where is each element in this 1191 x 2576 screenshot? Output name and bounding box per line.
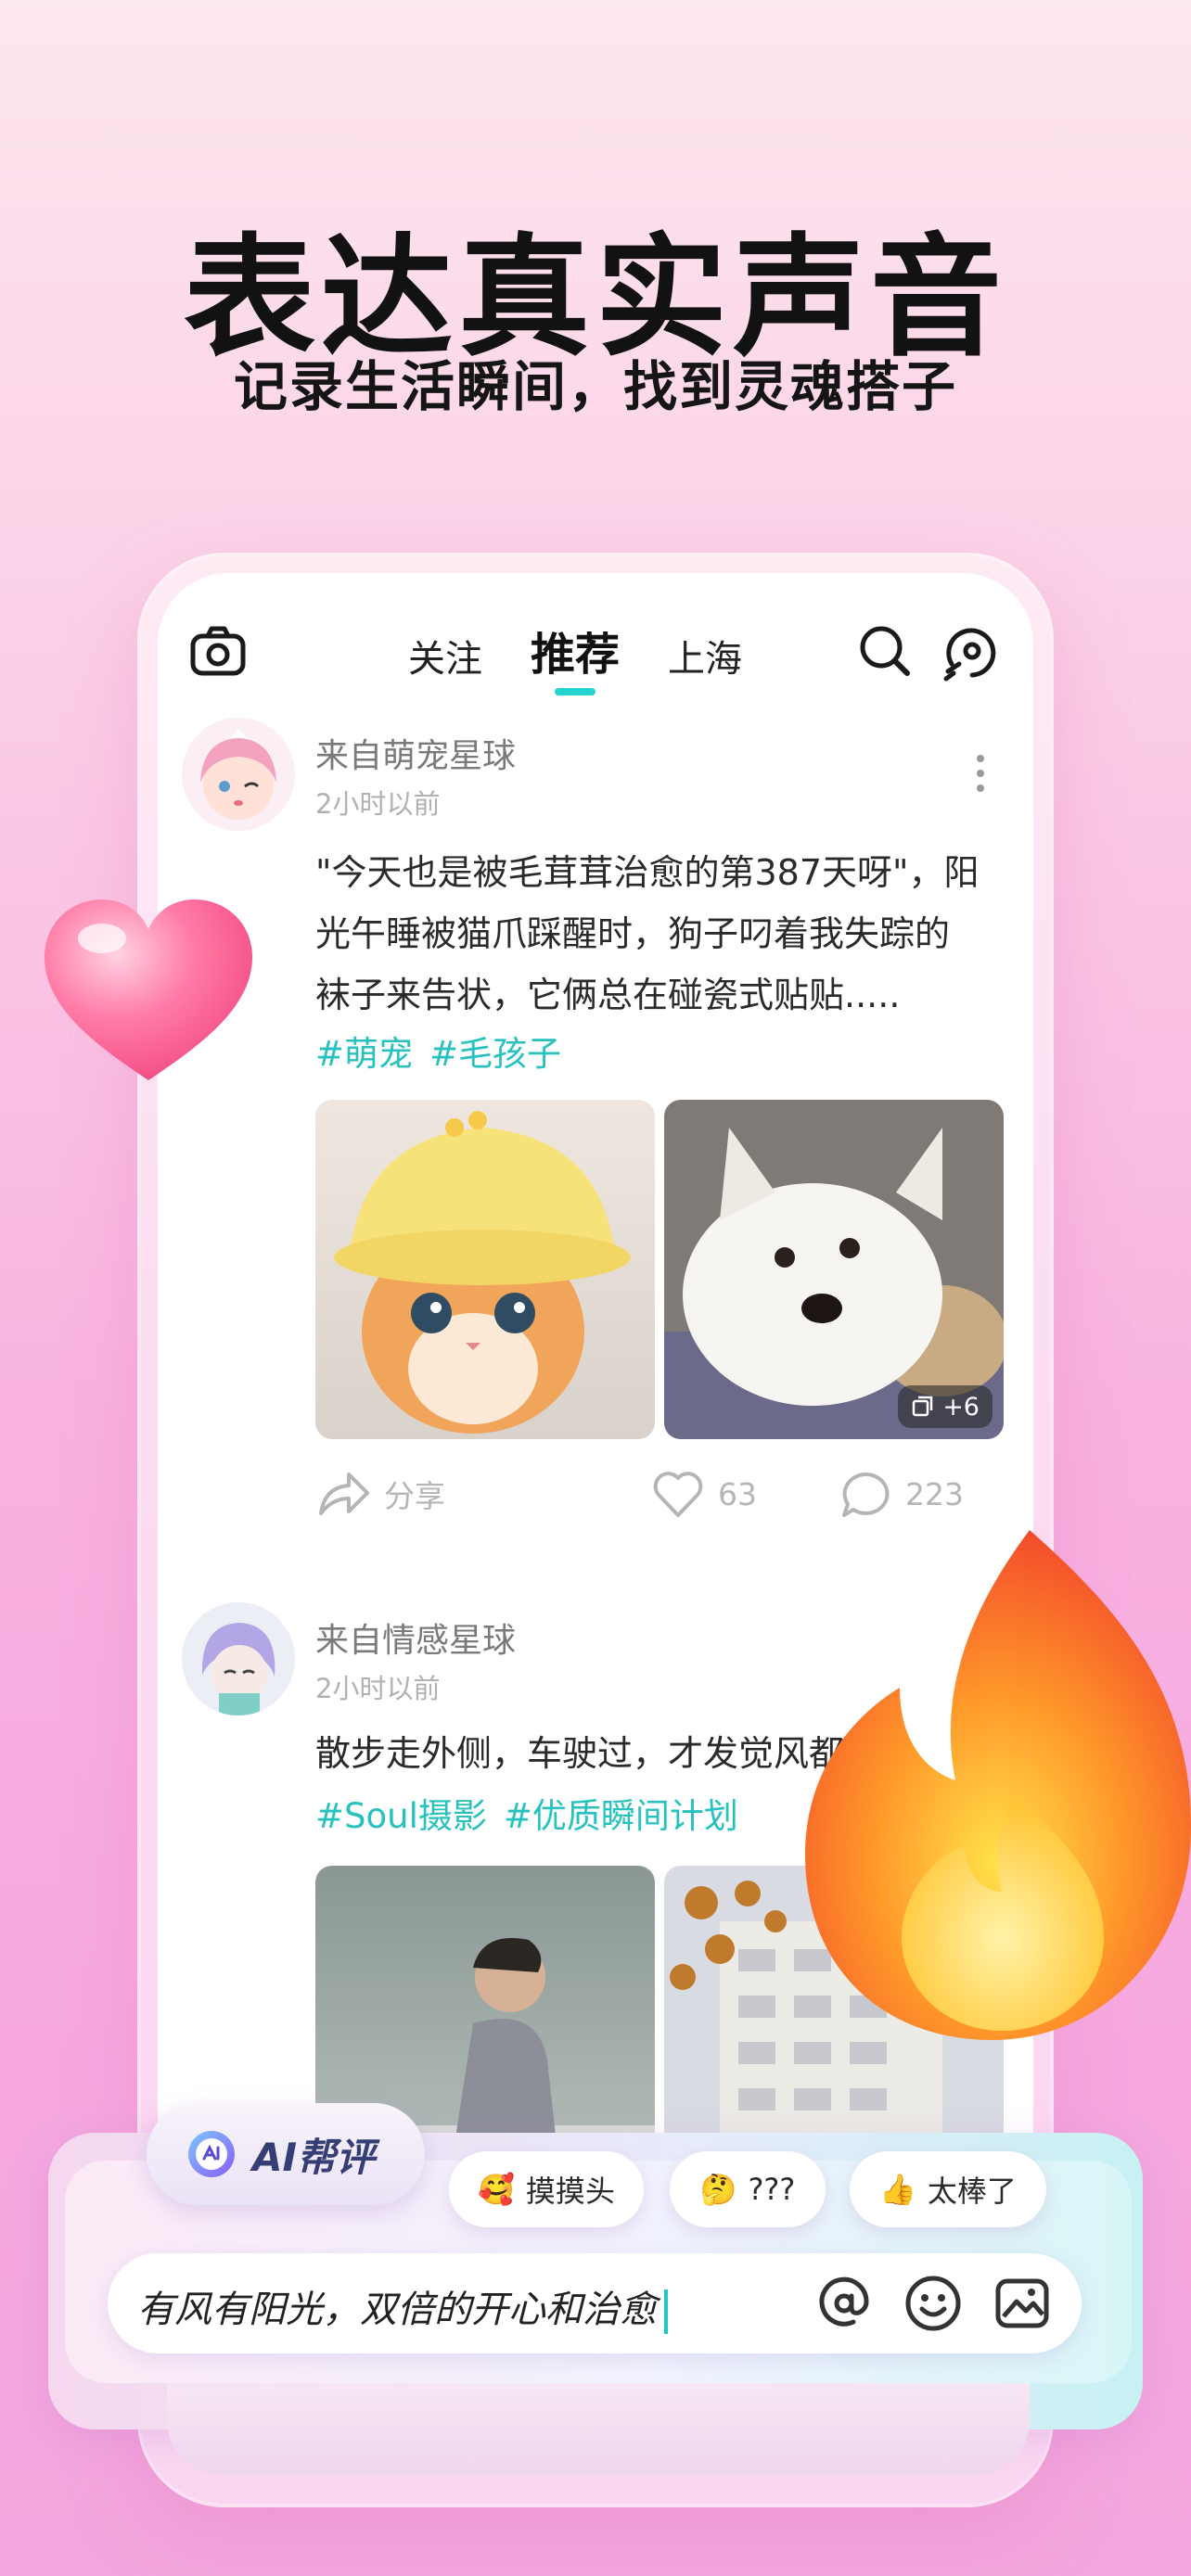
post-tags: #萌宠 #毛孩子 [315,1026,561,1076]
post-time: 2小时以前 [315,788,441,820]
share-icon [319,1473,369,1515]
more-options-icon[interactable] [967,751,994,797]
hero-subtitle: 记录生活瞬间，找到灵魂搭子 [233,355,957,418]
emoji-hug-icon: 🥰 [478,2172,515,2207]
mention-icon[interactable] [813,2272,876,2335]
post-body: "今天也是被毛茸茸治愈的第387天呀"，阳光午睡被猫爪踩醒时，狗子叼着我失踪的袜… [315,852,980,1015]
photo-count-badge: +6 [898,1385,992,1428]
emoji-thinking-icon: 🤔 [699,2172,737,2207]
tag-link[interactable]: #优质瞬间计划 [504,1788,738,1838]
like-button[interactable]: 63 [651,1469,757,1519]
emoji-icon[interactable] [902,2272,965,2335]
tab-recommend[interactable]: 推荐 [531,618,620,695]
feed-tabs: 关注 推荐 上海 [408,618,742,695]
tag-link[interactable]: #Soul摄影 [315,1788,487,1838]
top-bar: 关注 推荐 上海 [158,573,1033,721]
fire-sticker [798,1521,1191,2040]
ai-comment-label: AI帮评 [252,2134,376,2180]
comment-count: 223 [905,1475,964,1512]
tag-link[interactable]: #萌宠 [315,1026,413,1076]
tag-link[interactable]: #毛孩子 [429,1026,561,1076]
heart-icon [653,1472,703,1517]
avatar[interactable] [182,1602,295,1715]
quick-reply-chip[interactable]: 👍 太棒了 [850,2151,1046,2227]
chip-label: 太棒了 [927,2174,1017,2209]
chip-label: ??? [748,2172,796,2207]
share-label: 分享 [384,1478,445,1514]
comment-input[interactable]: 有风有阳光，双倍的开心和治愈 [108,2253,1082,2353]
search-icon[interactable] [855,621,915,681]
quick-reply-chip[interactable]: 🥰 摸摸头 [449,2151,644,2227]
camera-icon[interactable] [186,619,250,684]
quick-reply-chip[interactable]: 🤔 ??? [670,2151,826,2227]
gallery-icon [912,1396,933,1417]
post-photo-dog[interactable]: +6 [664,1100,1004,1439]
comment-panel-base [167,2374,1030,2476]
emoji-thumbs-up-icon: 👍 [879,2172,916,2207]
post-source: 来自情感星球 [315,1622,517,1660]
voice-match-icon[interactable] [939,619,1004,684]
chip-label: 摸摸头 [525,2174,615,2209]
photo-count-label: +6 [942,1392,980,1422]
comment-button[interactable]: 223 [839,1469,964,1519]
post-time: 2小时以前 [315,1673,441,1704]
tab-shanghai[interactable]: 上海 [668,629,742,695]
avatar[interactable] [182,718,295,831]
heart-sticker [37,890,260,1094]
share-button[interactable]: 分享 [315,1469,445,1519]
comment-input-value: 有风有阳光，双倍的开心和治愈 [137,2289,657,2331]
text-caret [664,2289,668,2334]
comment-icon [842,1472,890,1517]
tab-follow[interactable]: 关注 [408,629,482,695]
ai-comment-button[interactable]: AI帮评 [147,2103,425,2205]
ai-assistant-icon [188,2131,235,2177]
like-count: 63 [718,1475,757,1512]
post-photo-cat[interactable] [315,1100,655,1439]
image-icon[interactable] [991,2272,1054,2335]
post-tags: #Soul摄影 #优质瞬间计划 [315,1788,738,1838]
comment-input-text[interactable]: 有风有阳光，双倍的开心和治愈 [137,2279,668,2334]
post-source: 来自萌宠星球 [315,737,517,775]
